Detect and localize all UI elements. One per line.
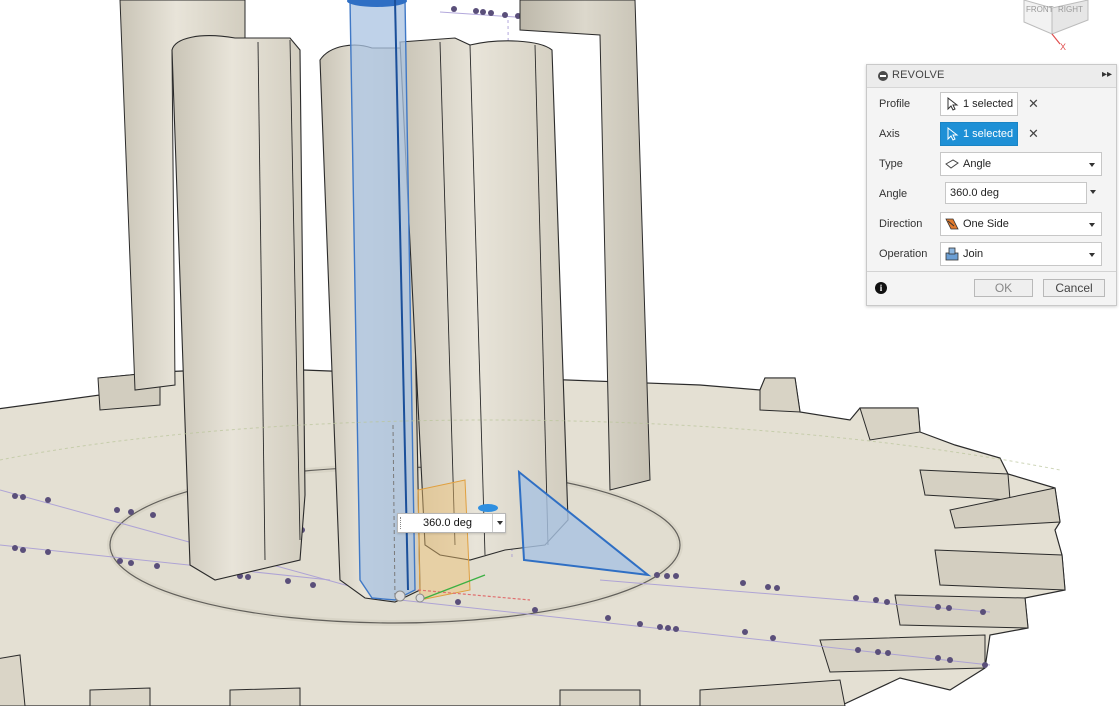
select-arrow-icon xyxy=(947,127,959,141)
viewport-angle-input-box[interactable] xyxy=(397,513,506,533)
select-arrow-icon xyxy=(947,97,959,111)
profile-value: 1 selected xyxy=(963,98,1014,110)
profile-selection-button[interactable]: 1 selected xyxy=(940,92,1018,116)
collapse-icon[interactable] xyxy=(878,71,888,81)
axis-selection-button[interactable]: 1 selected xyxy=(940,122,1018,146)
profile-label: Profile xyxy=(879,98,911,110)
chevron-down-icon[interactable] xyxy=(492,514,507,532)
double-chevron-right-icon[interactable]: ▸▸ xyxy=(1102,69,1112,80)
angle-input[interactable] xyxy=(945,182,1087,204)
chevron-down-icon xyxy=(1089,223,1095,227)
profile-clear-icon[interactable]: ✕ xyxy=(1028,96,1039,112)
info-icon[interactable]: i xyxy=(875,282,887,294)
chevron-down-icon xyxy=(1089,163,1095,167)
viewcube-axis-x: X xyxy=(1060,42,1066,52)
dialog-divider xyxy=(867,271,1116,272)
angle-icon xyxy=(945,159,959,169)
axis-value: 1 selected xyxy=(963,128,1014,140)
viewport-angle-input[interactable] xyxy=(423,515,493,531)
operation-value: Join xyxy=(963,248,984,260)
axis-label: Axis xyxy=(879,128,900,140)
spline-column-front-left[interactable] xyxy=(171,35,306,581)
operation-label: Operation xyxy=(879,248,928,260)
dialog-header[interactable]: REVOLVE ▸▸ xyxy=(867,65,1116,88)
dialog-title: REVOLVE xyxy=(892,69,945,81)
direction-dropdown[interactable]: One Side xyxy=(940,212,1102,236)
chevron-down-icon xyxy=(1089,253,1095,257)
one-side-icon xyxy=(945,218,959,230)
chevron-down-icon[interactable] xyxy=(1090,190,1096,194)
type-value: Angle xyxy=(963,158,992,170)
viewcube-right-label[interactable]: RIGHT xyxy=(1058,5,1083,14)
direction-value: One Side xyxy=(963,218,1009,230)
operation-dropdown[interactable]: Join xyxy=(940,242,1102,266)
type-label: Type xyxy=(879,158,903,170)
cancel-button[interactable]: Cancel xyxy=(1043,279,1105,297)
revolve-dialog: REVOLVE ▸▸ Profile 1 selected ✕ Axis 1 s… xyxy=(866,64,1117,306)
angle-label: Angle xyxy=(879,188,908,200)
axis-clear-icon[interactable]: ✕ xyxy=(1028,126,1039,142)
drag-handle-icon[interactable] xyxy=(400,517,404,529)
viewcube-front-label[interactable]: FRONT xyxy=(1026,5,1054,14)
ok-button[interactable]: OK xyxy=(974,279,1033,297)
join-icon xyxy=(945,247,959,261)
direction-label: Direction xyxy=(879,218,923,230)
spline-column-front-right[interactable] xyxy=(399,37,569,561)
type-dropdown[interactable]: Angle xyxy=(940,152,1102,176)
viewcube-icon[interactable]: FRONT RIGHT X xyxy=(1012,0,1092,52)
